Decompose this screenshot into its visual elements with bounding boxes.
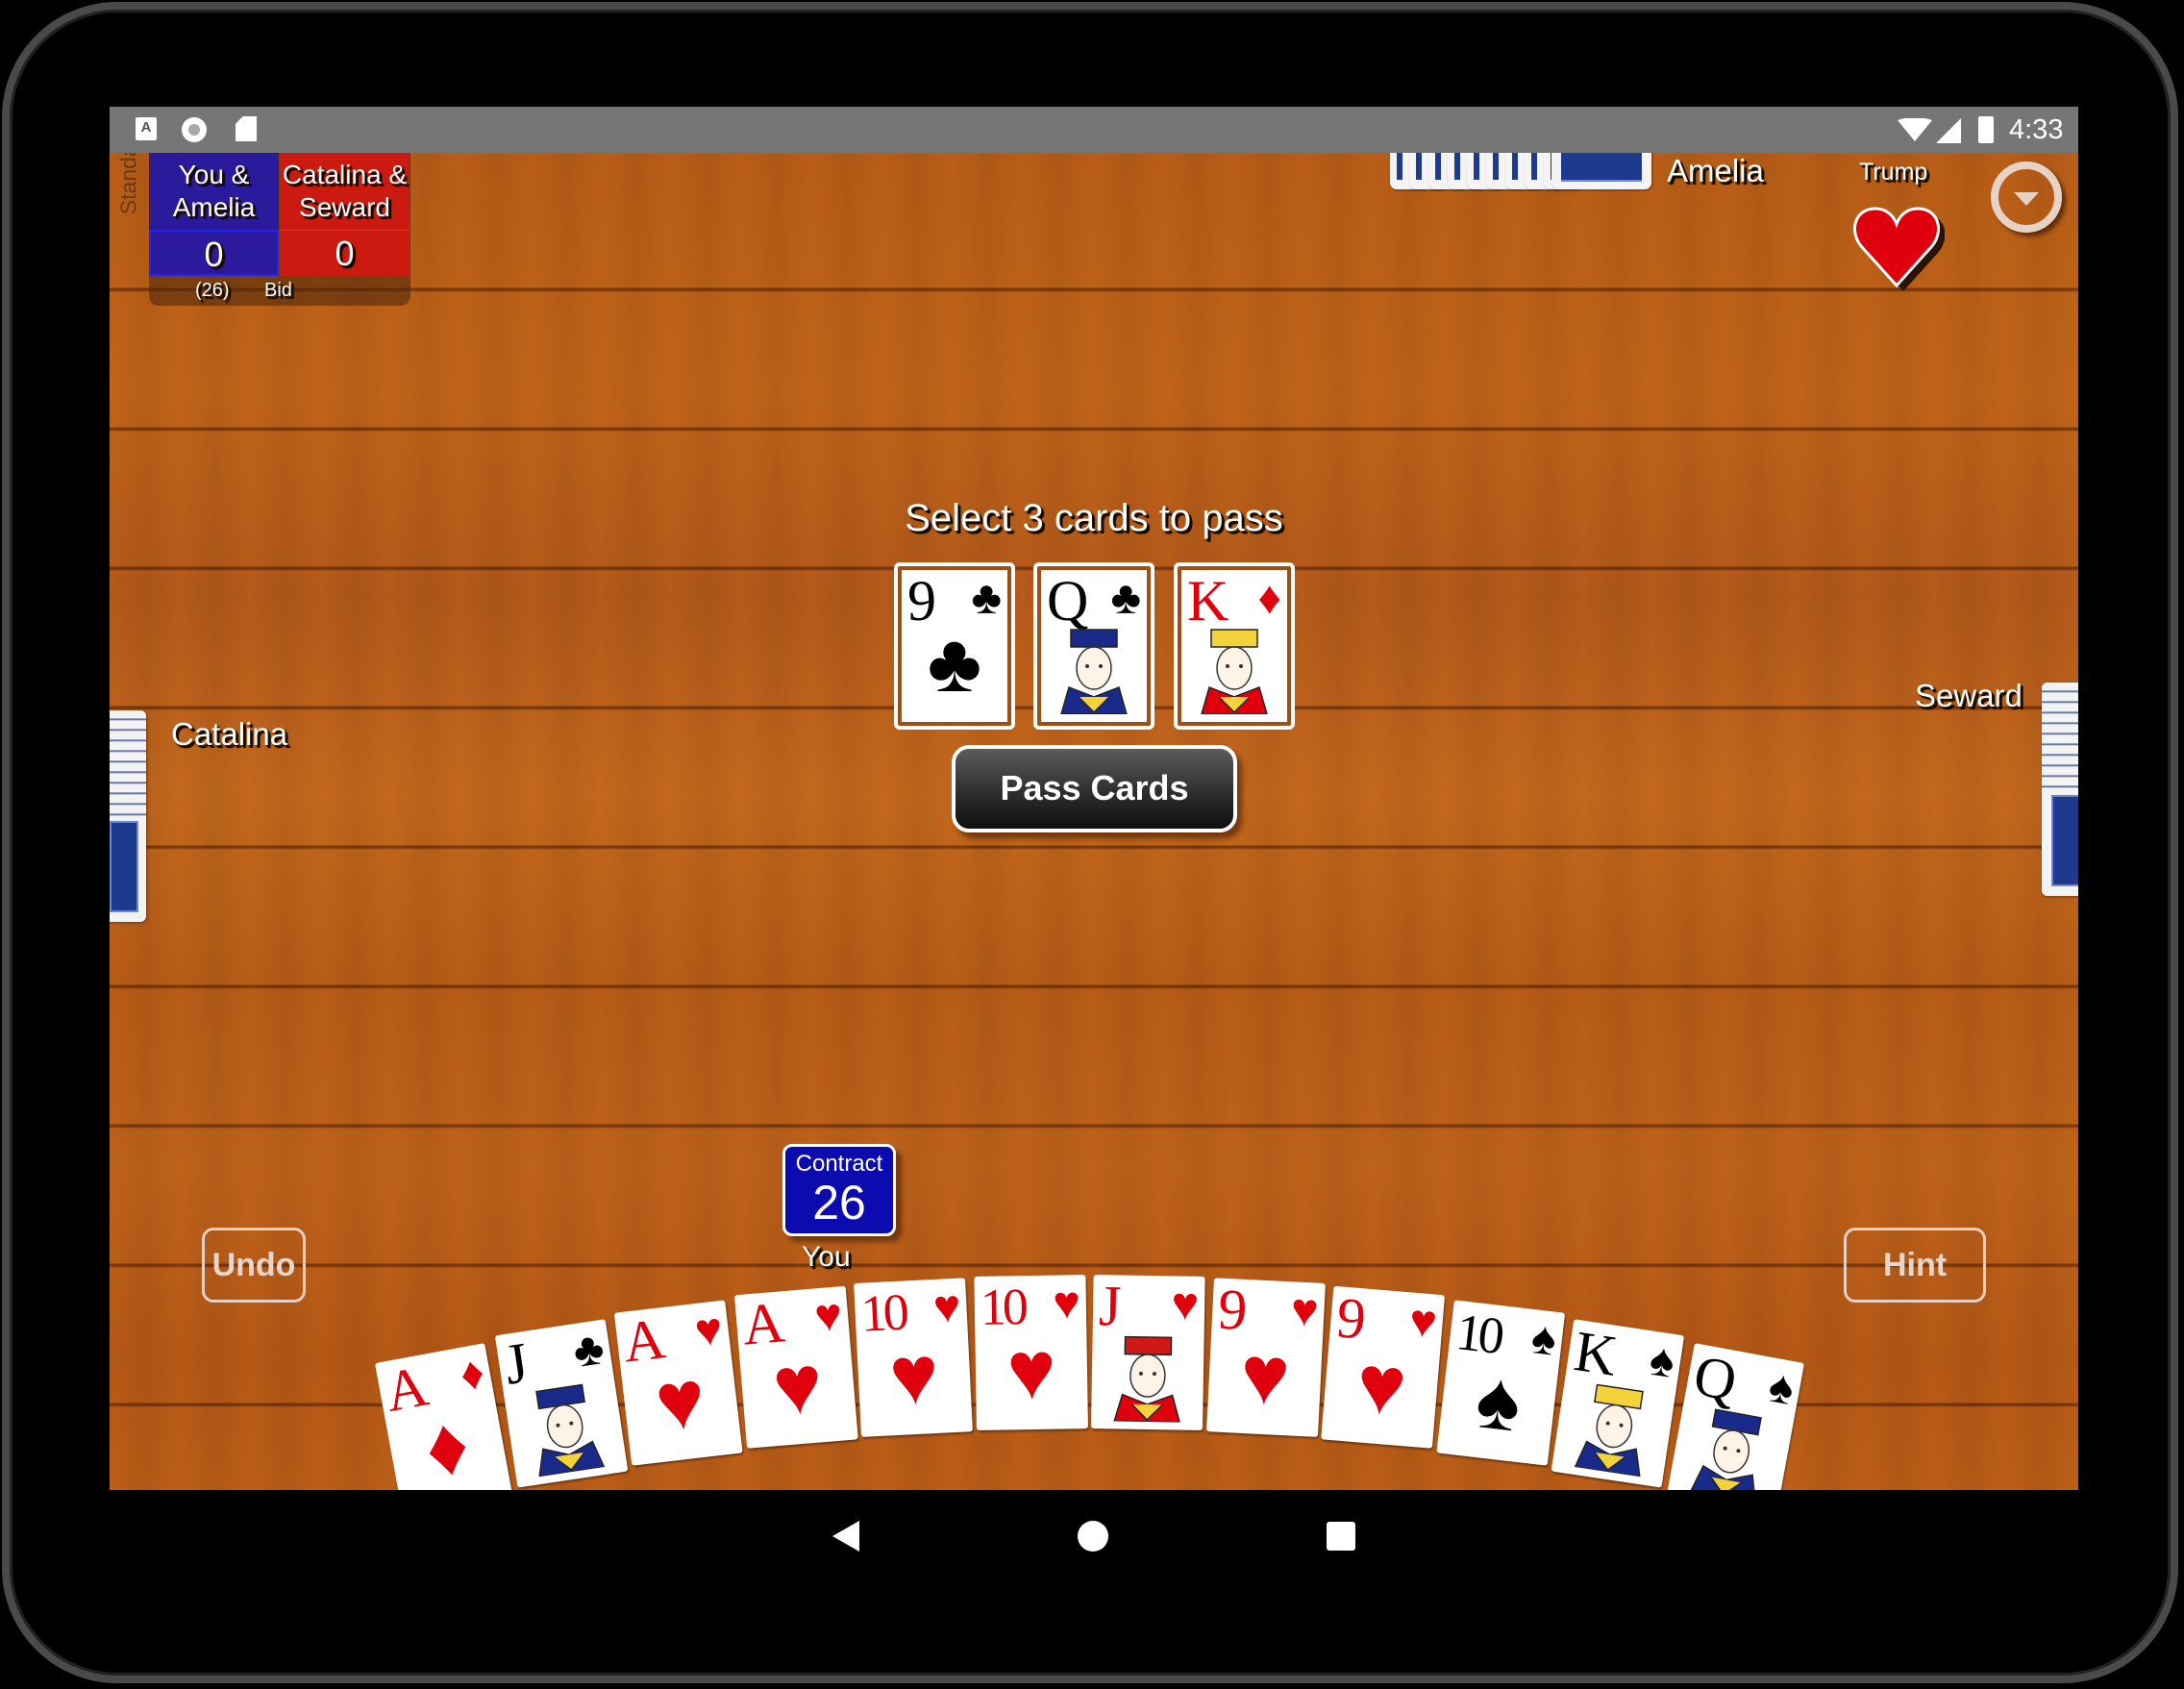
trump-label: Trump [1859,159,1928,186]
hand-card[interactable]: A ♥ ♥ [613,1300,743,1466]
seward-hand [2042,683,2078,896]
card-rank: J [500,1330,529,1397]
sd-card-icon [236,116,257,141]
hint-button[interactable]: Hint [1844,1228,1986,1303]
card-center-suit-icon: ♥ [887,1328,941,1424]
hand-card[interactable]: 10 ♥ ♥ [854,1278,973,1437]
card-suit-icon: ♠ [1527,1311,1559,1366]
team-you-amelia: You & Amelia 0 [149,153,279,276]
card-center-suit-icon: ♥ [769,1337,826,1434]
scoreboard[interactable]: You & Amelia 0 Catalina & Seward 0 (26) Bi… [149,153,410,307]
card-suit-icon: ♣ [1110,573,1142,624]
card-suit-icon: ♠ [1646,1333,1678,1388]
pass-card-slot[interactable]: K ♦ [1174,562,1295,730]
hand-card[interactable]: 10 ♥ ♥ [973,1274,1088,1430]
recents-icon[interactable] [1327,1522,1355,1551]
card-rank: J [1098,1274,1119,1338]
game-screen: A 4:33 You & Amelia 0 Catalina & Seward 0 … [110,107,2078,1490]
contract-label: Contract [795,1151,883,1177]
hand-card[interactable]: K ♠ [1551,1318,1685,1488]
clock: 4:33 [2009,114,2064,145]
card-stack-edges [2042,683,2078,788]
menu-dropdown-button[interactable] [1991,161,2062,233]
bid-label: Bid [264,280,292,301]
team-name: Catalina & Seward [282,160,408,222]
hand-card[interactable]: 9 ♥ ♥ [1205,1278,1326,1437]
pass-card[interactable]: Q ♣ [1041,570,1147,722]
hand-card[interactable]: A ♥ ♥ [733,1285,858,1450]
hand-card[interactable]: 10 ♠ ♠ [1435,1300,1565,1466]
card-center-suit-icon: ♥ [1353,1337,1410,1434]
pass-card[interactable]: 9 ♣ ♣ [902,570,1007,722]
court-figure-icon [1108,1332,1187,1423]
signal-icon [1936,118,1961,143]
player-name-left: Catalina [171,716,288,752]
bid-value: (26) [195,280,230,301]
card-suit-icon: ♥ [811,1289,844,1343]
player-name-bottom: You [802,1241,851,1273]
card-suit-icon: ♥ [1407,1295,1439,1349]
card-back [2051,795,2078,886]
catalina-hand [110,710,146,922]
hand-card[interactable]: J ♥ [1091,1274,1205,1430]
undo-button[interactable]: Undo [202,1228,306,1303]
player-name-right: Seward [1915,678,2023,713]
team-score: 0 [149,230,279,276]
card-suit-icon: ♥ [1289,1284,1320,1337]
pass-cards-button[interactable]: Pass Cards [952,745,1237,832]
battery-charging-icon [1978,116,1994,143]
team-score: 0 [280,230,410,277]
court-figure-icon [520,1379,609,1478]
card-rank: Q [1047,570,1088,633]
hand-card[interactable]: J ♣ [494,1318,628,1488]
card-suit-icon: ♥ [692,1303,726,1357]
team-name: You & Amelia [172,160,256,222]
card-center-suit-icon: ♥ [651,1352,710,1450]
pass-card-slot[interactable]: Q ♣ [1033,562,1154,730]
contract-badge: Contract 26 [782,1144,896,1236]
wifi-icon [1898,118,1932,141]
card-center-suit-icon: ♣ [927,617,982,709]
card-suit-icon: ♦ [456,1346,489,1402]
pass-card-slot[interactable]: 9 ♣ ♣ [894,562,1015,730]
card-stack-edges [110,710,146,816]
card-suit-icon: ♦ [1257,573,1282,624]
status-bar: A 4:33 [110,107,2078,153]
court-figure-icon [1196,626,1273,715]
keyboard-a-icon: A [136,117,157,140]
android-nav-bar [110,1490,2078,1582]
card-suit-icon: ♥ [1171,1279,1200,1330]
pass-prompt: Select 3 cards to pass [905,497,1283,539]
card-rank: K [1187,570,1228,633]
court-figure-icon [1570,1379,1659,1478]
back-icon[interactable] [832,1521,859,1552]
card-suit-icon: ♥ [931,1280,962,1333]
card-center-suit-icon: ♥ [1237,1328,1292,1424]
record-circle-icon [182,117,207,142]
card-suit-icon: ♥ [1052,1277,1080,1329]
card-center-suit-icon: ♥ [1005,1324,1056,1418]
card-center-suit-icon: ♠ [1471,1352,1526,1450]
court-figure-icon [1055,626,1132,715]
player-name-top: Amelia [1667,153,1764,188]
trump-heart-icon [1853,207,1945,291]
card-rank: K [1570,1318,1618,1387]
card-suit-icon: ♠ [1764,1360,1799,1415]
pass-card[interactable]: K ♦ [1181,570,1287,722]
hand-card[interactable]: 9 ♥ ♥ [1321,1285,1446,1450]
card-back [110,821,138,912]
court-figure-icon [1685,1403,1776,1490]
home-icon[interactable] [1078,1521,1108,1552]
card-suit-icon: ♣ [569,1322,608,1378]
contract-value: 26 [812,1176,866,1229]
card-rank: Q [1688,1342,1738,1412]
team-catalina-seward: Catalina & Seward 0 [280,153,410,276]
